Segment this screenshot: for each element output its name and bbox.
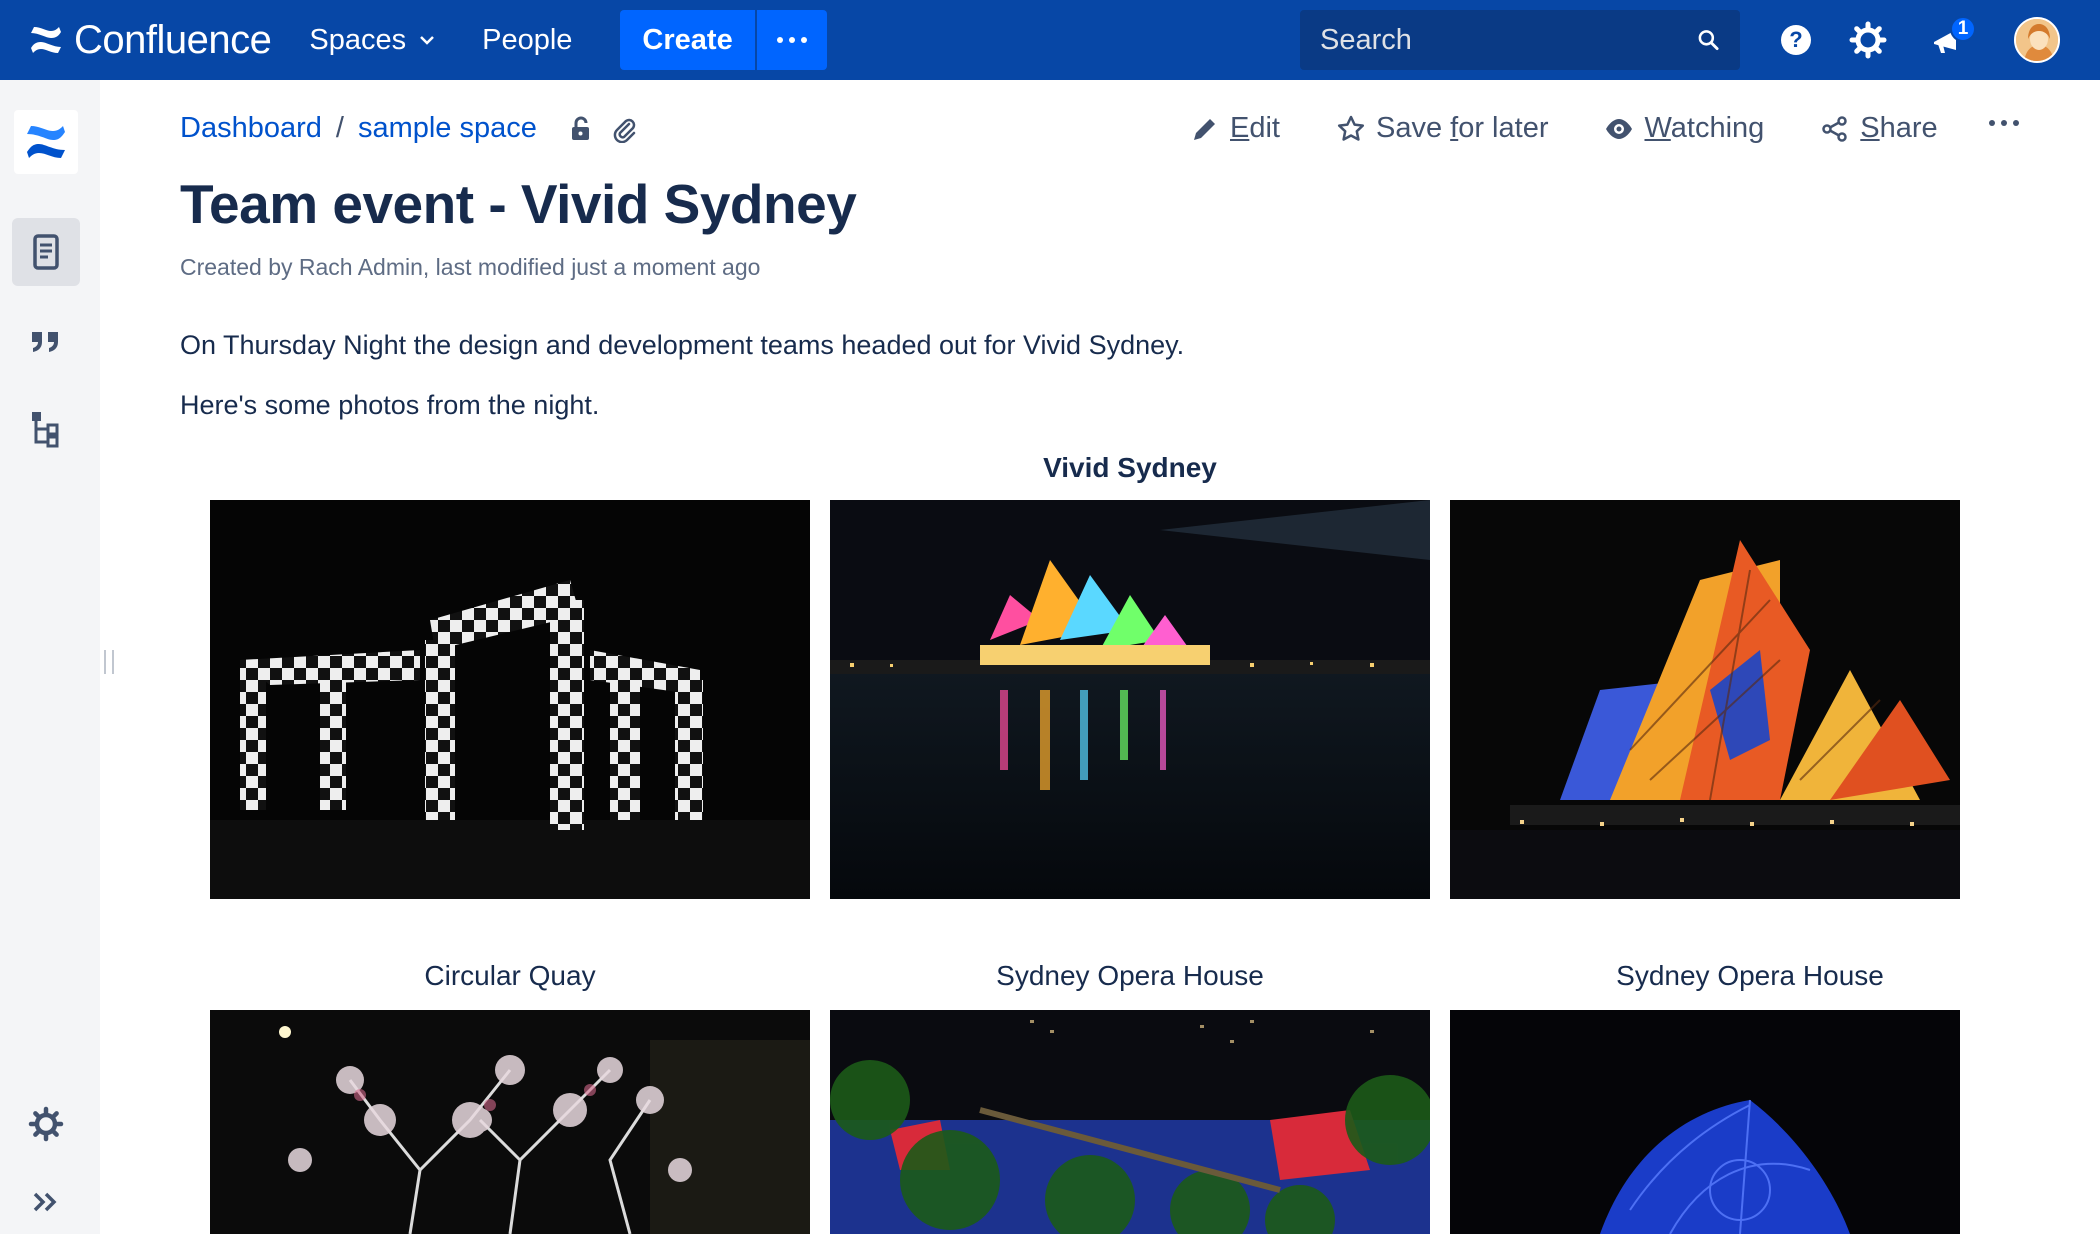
breadcrumb-separator: / xyxy=(335,112,344,144)
confluence-logo[interactable]: Confluence xyxy=(28,17,272,63)
page-title: Team event - Vivid Sydney xyxy=(180,173,857,235)
more-actions-button[interactable] xyxy=(1986,120,2022,126)
page-actions: Edit Save for later Watching Share xyxy=(1190,112,1994,145)
space-logo[interactable] xyxy=(14,110,78,174)
spaces-label: Spaces xyxy=(309,23,407,56)
body-paragraph: On Thursday Night the design and develop… xyxy=(180,330,1185,360)
search-box[interactable] xyxy=(1300,10,1740,70)
top-navigation: Confluence Spaces People Create ? xyxy=(0,0,2100,80)
logo-text: Confluence xyxy=(74,17,272,62)
gallery-photo[interactable] xyxy=(210,500,810,899)
photo-caption: Sydney Opera House xyxy=(1616,960,1884,991)
quote-icon xyxy=(32,332,58,352)
gallery-photo[interactable] xyxy=(1450,1010,1960,1234)
user-avatar[interactable] xyxy=(2014,17,2060,63)
help-icon[interactable]: ? xyxy=(1776,20,1816,60)
edit-button[interactable]: Edit xyxy=(1190,112,1280,145)
save-for-later-label: Save for later xyxy=(1375,112,1549,144)
photo-caption: Sydney Opera House xyxy=(996,960,1264,991)
share-icon xyxy=(1822,115,1848,142)
people-link[interactable]: People xyxy=(482,24,572,57)
page-byline: Created by Rach Admin, last modified jus… xyxy=(180,254,761,280)
hierarchy-icon xyxy=(32,412,59,448)
star-icon xyxy=(1337,115,1365,141)
body-paragraph: Here's some photos from the night. xyxy=(180,390,600,420)
eye-icon xyxy=(1606,118,1633,139)
chevron-down-icon xyxy=(420,36,434,45)
notification-count-badge: 1 xyxy=(1950,16,1976,42)
breadcrumb: Dashboard / sample space xyxy=(180,112,637,145)
sidebar-resize-handle[interactable] xyxy=(104,650,114,674)
watching-button[interactable]: Watching xyxy=(1604,112,1764,145)
blog-button[interactable] xyxy=(12,306,80,374)
sidebar xyxy=(0,80,100,1234)
create-button[interactable]: Create xyxy=(620,10,755,70)
gallery-photo[interactable] xyxy=(210,1010,810,1234)
space-settings-icon[interactable] xyxy=(26,1104,66,1144)
pages-button[interactable] xyxy=(12,218,80,286)
create-more-button[interactable] xyxy=(754,10,827,70)
watching-label: Watching xyxy=(1644,112,1765,144)
breadcrumb-dashboard[interactable]: Dashboard xyxy=(180,112,322,145)
people-label: People xyxy=(482,23,573,56)
page-icon xyxy=(33,234,59,270)
edit-label: Edit xyxy=(1230,112,1280,144)
gallery-photo[interactable] xyxy=(1450,500,1960,899)
photo-caption: Circular Quay xyxy=(424,960,596,991)
space-logo-icon xyxy=(27,126,65,158)
attachment-icon[interactable] xyxy=(609,115,637,143)
confluence-logo-icon xyxy=(31,27,61,53)
expand-sidebar-icon[interactable] xyxy=(26,1182,66,1222)
search-icon[interactable] xyxy=(1697,24,1720,56)
gallery-title: Vivid Sydney xyxy=(1043,452,1217,483)
pencil-icon xyxy=(1194,118,1215,140)
svg-text:?: ? xyxy=(1789,27,1802,52)
gallery-photo[interactable] xyxy=(830,500,1430,899)
share-button[interactable]: Share xyxy=(1820,112,1938,145)
settings-icon[interactable] xyxy=(1848,20,1888,60)
search-input[interactable] xyxy=(1320,23,1697,57)
share-label: Share xyxy=(1860,112,1938,144)
breadcrumb-space[interactable]: sample space xyxy=(358,112,537,145)
spaces-menu[interactable]: Spaces xyxy=(309,24,436,57)
gallery-photo[interactable] xyxy=(830,1010,1430,1234)
save-for-later-button[interactable]: Save for later xyxy=(1336,112,1549,145)
create-group: Create xyxy=(620,10,827,70)
unlock-icon[interactable] xyxy=(567,115,595,143)
